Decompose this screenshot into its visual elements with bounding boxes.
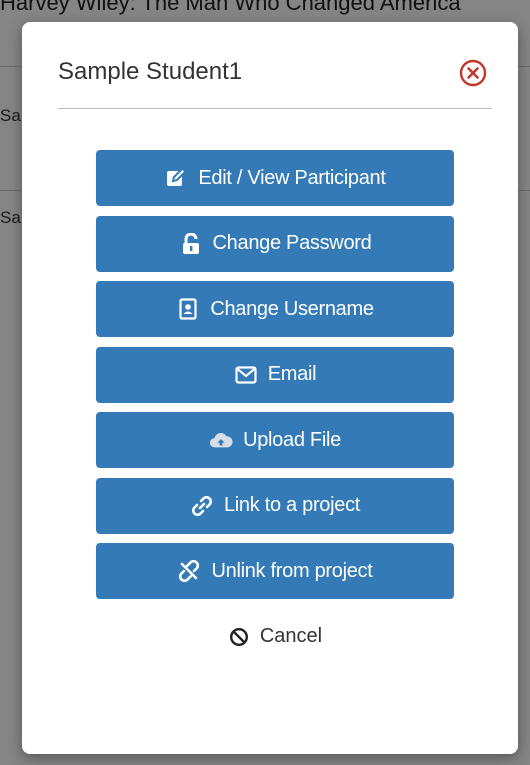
- link-to-project-button[interactable]: Link to a project: [96, 477, 454, 534]
- unlink-from-project-button[interactable]: Unlink from project: [96, 543, 454, 599]
- change-password-label: Change Password: [212, 232, 372, 254]
- cancel-label: Cancel: [259, 625, 323, 647]
- email-label: Email: [267, 363, 317, 385]
- cancel-button[interactable]: Cancel: [96, 609, 454, 665]
- change-username-label: Change Username: [210, 297, 374, 320]
- close-button[interactable]: [458, 58, 488, 88]
- edit-view-participant-label: Edit / View Participant: [198, 166, 386, 189]
- link-icon: [190, 494, 214, 518]
- unlink-from-project-label: Unlink from project: [211, 559, 373, 582]
- change-password-button[interactable]: Change Password: [96, 215, 454, 272]
- id-card-icon: [176, 297, 200, 321]
- upload-file-label: Upload File: [243, 428, 341, 451]
- participant-actions-modal: Sample Student1 Edit / View Participant: [22, 22, 518, 754]
- unlink-icon: [177, 559, 201, 583]
- edit-icon: [164, 166, 188, 190]
- edit-view-participant-button[interactable]: Edit / View Participant: [96, 150, 454, 206]
- close-circle-icon: [459, 59, 487, 87]
- action-button-list: Edit / View Participant Change Password: [96, 150, 454, 665]
- link-to-project-label: Link to a project: [223, 494, 361, 516]
- upload-file-button[interactable]: Upload File: [96, 412, 454, 468]
- modal-title: Sample Student1: [58, 58, 243, 85]
- change-username-button[interactable]: Change Username: [96, 281, 454, 337]
- cloud-upload-icon: [209, 428, 233, 452]
- email-button[interactable]: Email: [96, 346, 454, 403]
- ban-icon: [228, 626, 250, 648]
- modal-header: Sample Student1: [58, 52, 492, 109]
- unlock-icon: [179, 232, 203, 256]
- envelope-icon: [234, 363, 258, 387]
